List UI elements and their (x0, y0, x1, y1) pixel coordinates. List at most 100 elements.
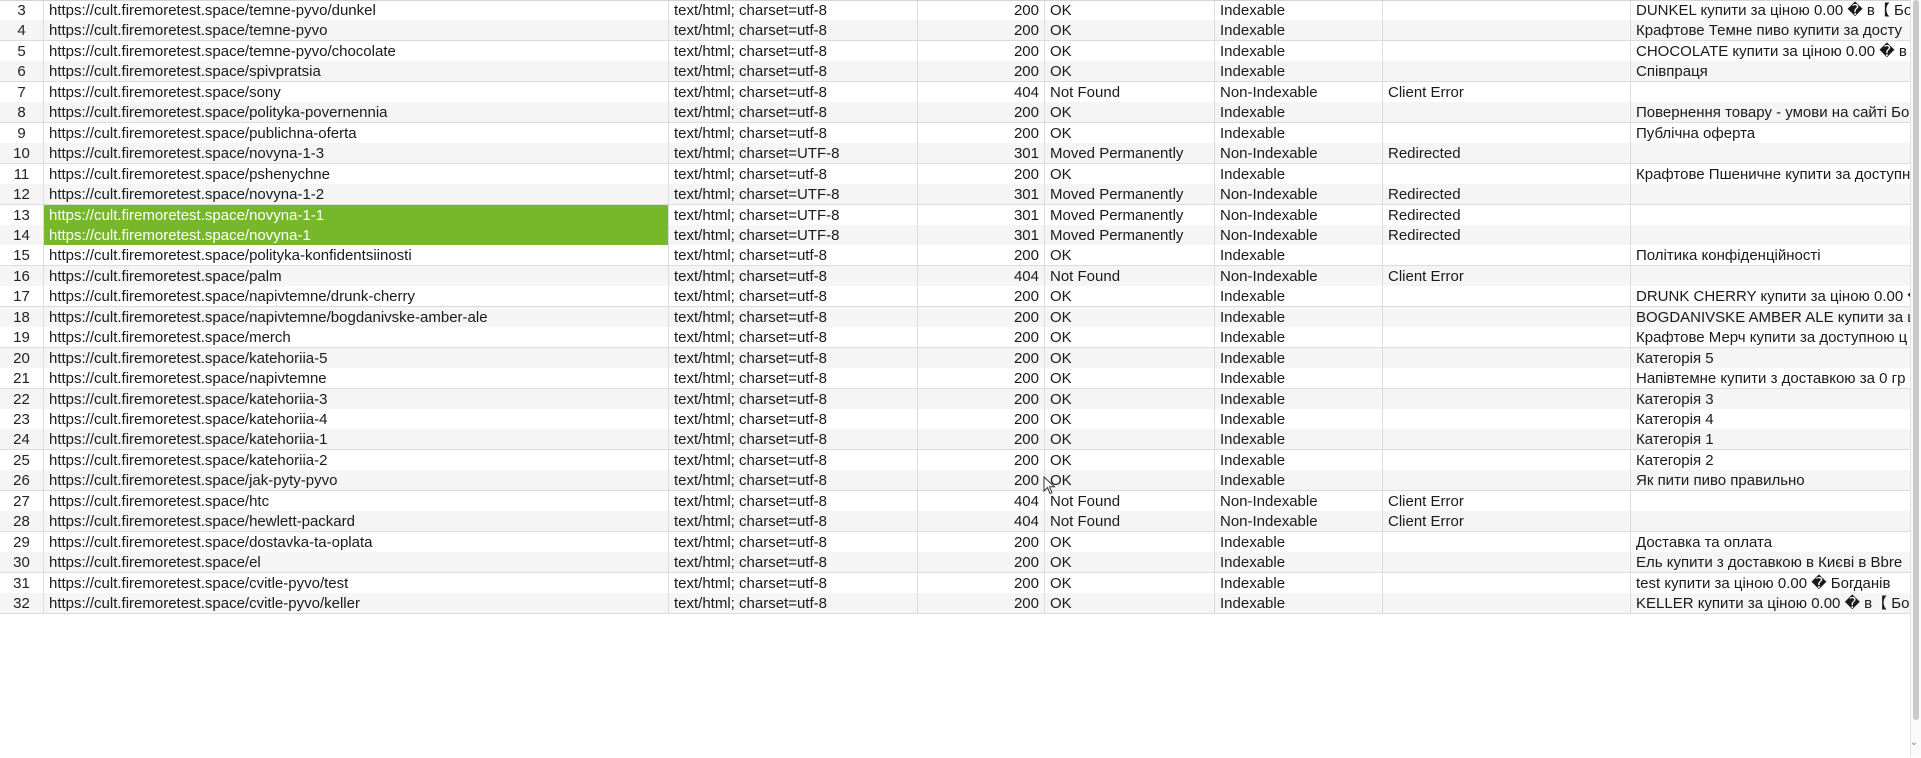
url-cell[interactable]: https://cult.firemoretest.space/napivtem… (44, 286, 669, 307)
content-type-cell[interactable]: text/html; charset=utf-8 (669, 348, 918, 369)
url-cell[interactable]: https://cult.firemoretest.space/hewlett-… (44, 511, 669, 532)
row-number[interactable]: 8 (0, 102, 44, 123)
table-row[interactable]: 16 https://cult.firemoretest.space/palm te… (0, 266, 1910, 287)
indexability-status-cell[interactable] (1383, 307, 1631, 328)
table-row[interactable]: 10 https://cult.firemoretest.space/novyna… (0, 143, 1910, 164)
row-number[interactable]: 4 (0, 20, 44, 41)
vertical-scrollbar[interactable] (1910, 0, 1921, 757)
status-code-cell[interactable]: 200 (918, 450, 1045, 471)
indexability-status-cell[interactable]: Redirected (1383, 143, 1631, 164)
content-type-cell[interactable]: text/html; charset=utf-8 (669, 327, 918, 348)
title-cell[interactable]: Доставка та оплата (1631, 532, 1910, 553)
indexability-cell[interactable]: Non-Indexable (1215, 225, 1383, 246)
title-cell[interactable]: Співпраця (1631, 61, 1910, 82)
content-type-cell[interactable]: text/html; charset=utf-8 (669, 552, 918, 573)
row-number[interactable]: 10 (0, 143, 44, 164)
status-cell[interactable]: OK (1045, 470, 1215, 491)
indexability-status-cell[interactable] (1383, 164, 1631, 185)
indexability-cell[interactable]: Non-Indexable (1215, 511, 1383, 532)
url-cell[interactable]: https://cult.firemoretest.space/temne-py… (44, 1, 669, 21)
indexability-status-cell[interactable] (1383, 552, 1631, 573)
title-cell[interactable] (1631, 491, 1910, 512)
title-cell[interactable]: DUNKEL купити за ціною 0.00 � в【 Богда (1631, 1, 1910, 21)
url-cell[interactable]: https://cult.firemoretest.space/katehori… (44, 389, 669, 410)
url-cell[interactable]: https://cult.firemoretest.space/temne-py… (44, 20, 669, 41)
indexability-status-cell[interactable] (1383, 41, 1631, 62)
row-number[interactable]: 22 (0, 389, 44, 410)
url-cell[interactable]: https://cult.firemoretest.space/sony (44, 82, 669, 103)
title-cell[interactable]: Політика конфіденційності (1631, 245, 1910, 266)
status-code-cell[interactable]: 404 (918, 266, 1045, 287)
url-cell[interactable]: https://cult.firemoretest.space/dostavka… (44, 532, 669, 553)
status-cell[interactable]: OK (1045, 41, 1215, 62)
url-cell[interactable]: https://cult.firemoretest.space/palm (44, 266, 669, 287)
content-type-cell[interactable]: text/html; charset=utf-8 (669, 593, 918, 614)
indexability-cell[interactable]: Indexable (1215, 41, 1383, 62)
url-cell[interactable]: https://cult.firemoretest.space/spivprat… (44, 61, 669, 82)
table-row[interactable]: 7 https://cult.firemoretest.space/sony tex… (0, 82, 1910, 103)
indexability-cell[interactable]: Indexable (1215, 573, 1383, 594)
status-cell[interactable]: OK (1045, 61, 1215, 82)
indexability-cell[interactable]: Indexable (1215, 429, 1383, 450)
title-cell[interactable]: Крафтове Темне пиво купити за досту (1631, 20, 1910, 41)
title-cell[interactable]: Ель купити з доставкою в Києві в Bbre (1631, 552, 1910, 573)
row-number[interactable]: 5 (0, 41, 44, 62)
title-cell[interactable]: Крафтове Пшеничне купити за доступн (1631, 164, 1910, 185)
title-cell[interactable] (1631, 143, 1910, 164)
url-cell[interactable]: https://cult.firemoretest.space/novyna-1… (44, 143, 669, 164)
row-number[interactable]: 14 (0, 225, 44, 246)
title-cell[interactable]: Категорія 3 (1631, 389, 1910, 410)
status-code-cell[interactable]: 200 (918, 61, 1045, 82)
row-number[interactable]: 9 (0, 123, 44, 144)
indexability-status-cell[interactable] (1383, 61, 1631, 82)
title-cell[interactable] (1631, 184, 1910, 205)
row-number[interactable]: 25 (0, 450, 44, 471)
url-cell[interactable]: https://cult.firemoretest.space/napivtem… (44, 368, 669, 389)
indexability-status-cell[interactable] (1383, 102, 1631, 123)
status-cell[interactable]: Moved Permanently (1045, 205, 1215, 226)
content-type-cell[interactable]: text/html; charset=utf-8 (669, 123, 918, 144)
row-number[interactable]: 26 (0, 470, 44, 491)
status-cell[interactable]: OK (1045, 429, 1215, 450)
content-type-cell[interactable]: text/html; charset=utf-8 (669, 491, 918, 512)
indexability-cell[interactable]: Indexable (1215, 470, 1383, 491)
title-cell[interactable]: Категорія 5 (1631, 348, 1910, 369)
title-cell[interactable] (1631, 266, 1910, 287)
content-type-cell[interactable]: text/html; charset=utf-8 (669, 409, 918, 430)
title-cell[interactable]: Категорія 1 (1631, 429, 1910, 450)
row-number[interactable]: 19 (0, 327, 44, 348)
row-number[interactable]: 31 (0, 573, 44, 594)
content-type-cell[interactable]: text/html; charset=UTF-8 (669, 225, 918, 246)
status-code-cell[interactable]: 200 (918, 429, 1045, 450)
indexability-status-cell[interactable]: Client Error (1383, 491, 1631, 512)
status-cell[interactable]: OK (1045, 368, 1215, 389)
status-code-cell[interactable]: 200 (918, 470, 1045, 491)
status-cell[interactable]: Moved Permanently (1045, 184, 1215, 205)
table-row[interactable]: 22 https://cult.firemoretest.space/kateho… (0, 389, 1910, 410)
indexability-status-cell[interactable] (1383, 245, 1631, 266)
status-cell[interactable]: OK (1045, 593, 1215, 614)
table-row[interactable]: 15 https://cult.firemoretest.space/polity… (0, 245, 1910, 266)
content-type-cell[interactable]: text/html; charset=utf-8 (669, 450, 918, 471)
table-row[interactable]: 24 https://cult.firemoretest.space/kateho… (0, 429, 1910, 450)
content-type-cell[interactable]: text/html; charset=utf-8 (669, 1, 918, 21)
status-cell[interactable]: OK (1045, 286, 1215, 307)
status-cell[interactable]: Not Found (1045, 511, 1215, 532)
title-cell[interactable]: KELLER купити за ціною 0.00 � в【 Бог (1631, 593, 1910, 614)
row-number[interactable]: 29 (0, 532, 44, 553)
indexability-cell[interactable]: Indexable (1215, 532, 1383, 553)
indexability-status-cell[interactable] (1383, 532, 1631, 553)
indexability-cell[interactable]: Non-Indexable (1215, 143, 1383, 164)
status-code-cell[interactable]: 404 (918, 511, 1045, 532)
scroll-down-arrow-icon[interactable]: ⌄ (1908, 736, 1920, 750)
title-cell[interactable] (1631, 225, 1910, 246)
indexability-cell[interactable]: Indexable (1215, 389, 1383, 410)
url-cell[interactable]: https://cult.firemoretest.space/katehori… (44, 409, 669, 430)
content-type-cell[interactable]: text/html; charset=UTF-8 (669, 143, 918, 164)
indexability-cell[interactable]: Indexable (1215, 348, 1383, 369)
content-type-cell[interactable]: text/html; charset=utf-8 (669, 573, 918, 594)
content-type-cell[interactable]: text/html; charset=utf-8 (669, 102, 918, 123)
row-number[interactable]: 24 (0, 429, 44, 450)
content-type-cell[interactable]: text/html; charset=utf-8 (669, 429, 918, 450)
url-cell[interactable]: https://cult.firemoretest.space/cvitle-p… (44, 573, 669, 594)
